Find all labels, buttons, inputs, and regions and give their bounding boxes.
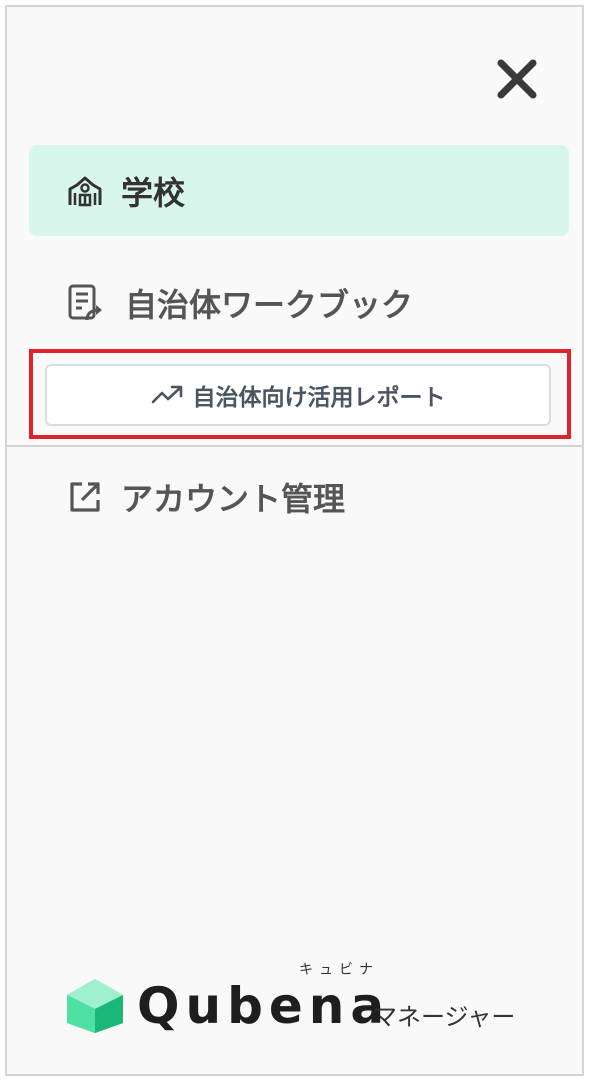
nav-item-label: 学校	[121, 173, 186, 212]
close-icon	[497, 59, 537, 99]
nav-item-account[interactable]: アカウント管理	[29, 449, 569, 545]
school-icon	[68, 176, 102, 206]
brand-wordmark: Qubena	[137, 977, 391, 1035]
nav-item-label: 自治体ワークブック	[125, 286, 414, 324]
close-button[interactable]	[493, 55, 541, 103]
brand-ruby: キュビナ	[299, 962, 379, 978]
nav-item-label: アカウント管理	[121, 480, 346, 518]
menu-divider	[7, 445, 582, 447]
report-button-label: 自治体向け活用レポート	[192, 385, 446, 411]
brand-suffix: マネージャー	[373, 1003, 516, 1031]
external-link-icon	[70, 482, 100, 512]
nav-item-workbook[interactable]: 自治体ワークブック	[29, 255, 569, 351]
brand-logo: Qubena キュビナ マネージャー	[63, 962, 543, 1035]
workbook-icon	[68, 284, 102, 321]
side-menu-panel: 学校 自治体ワークブック 自治体向け活用レポート アカウント管理 Qubena …	[5, 5, 584, 1076]
logo-mark-icon	[67, 979, 123, 1033]
trending-up-icon	[151, 385, 182, 404]
nav-item-school[interactable]: 学校	[29, 145, 569, 236]
report-button[interactable]: 自治体向け活用レポート	[45, 364, 551, 426]
